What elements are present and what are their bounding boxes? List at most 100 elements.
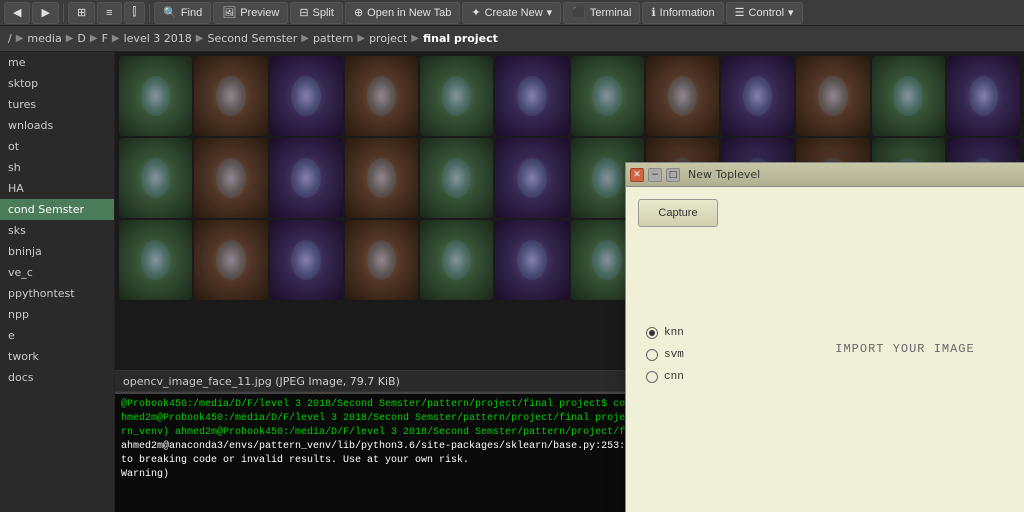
thumb-8[interactable]	[646, 56, 719, 136]
thumb-15[interactable]	[270, 138, 343, 218]
sidebar-item-npp[interactable]: npp	[0, 304, 114, 325]
dialog-minimize-button[interactable]: −	[648, 168, 662, 182]
divider-1	[63, 4, 64, 22]
divider-2	[149, 4, 150, 22]
radio-cnn-label: cnn	[664, 371, 684, 383]
breadcrumb-project[interactable]: project	[369, 32, 407, 45]
breadcrumb-d[interactable]: D	[77, 32, 85, 45]
split-icon: ⊟	[299, 6, 308, 19]
breadcrumb-final[interactable]: final project	[423, 32, 498, 45]
radio-knn[interactable]: knn	[646, 327, 684, 339]
back-icon: ◀	[13, 6, 21, 19]
preview-button[interactable]: 🖼 Preview	[213, 2, 288, 24]
thumb-10[interactable]	[796, 56, 869, 136]
radio-svm[interactable]: svm	[646, 349, 684, 361]
status-text: opencv_image_face_11.jpg (JPEG Image, 79…	[123, 375, 400, 388]
thumb-18[interactable]	[495, 138, 568, 218]
breadcrumb-level3[interactable]: level 3 2018	[124, 32, 192, 45]
radio-knn-label: knn	[664, 327, 684, 339]
sidebar: me sktop tures wnloads ot sh HA cond Sem…	[0, 52, 115, 512]
sidebar-item-network[interactable]: twork	[0, 346, 114, 367]
list-view-button[interactable]: ≡	[97, 2, 121, 24]
separator-3: ▶	[90, 33, 98, 44]
breadcrumb-root[interactable]: /	[8, 32, 12, 45]
dialog-titlebar: ✕ − □ New Toplevel	[626, 163, 1024, 187]
capture-button[interactable]: Capture	[638, 199, 718, 227]
thumb-6[interactable]	[495, 56, 568, 136]
info-icon: ℹ	[651, 6, 655, 19]
thumb-14[interactable]	[194, 138, 267, 218]
thumb-4[interactable]	[345, 56, 418, 136]
sidebar-item-pictures[interactable]: tures	[0, 94, 114, 115]
sidebar-item-downloads[interactable]: wnloads	[0, 115, 114, 136]
separator-4: ▶	[112, 33, 120, 44]
sidebar-item-ppythontest[interactable]: ppythontest	[0, 283, 114, 304]
split-button[interactable]: ⊟ Split	[290, 2, 343, 24]
breadcrumb: / ▶ media ▶ D ▶ F ▶ level 3 2018 ▶ Secon…	[0, 26, 1024, 52]
breadcrumb-pattern[interactable]: pattern	[313, 32, 353, 45]
breadcrumb-media[interactable]: media	[27, 32, 61, 45]
create-new-button[interactable]: ✦ Create New ▾	[462, 2, 561, 24]
sidebar-item-tasks[interactable]: sks	[0, 220, 114, 241]
thumb-30[interactable]	[495, 220, 568, 300]
thumb-2[interactable]	[194, 56, 267, 136]
dialog-maximize-button[interactable]: □	[666, 168, 680, 182]
toolbar: ◀ ▶ ⊞ ≡ ⫿ 🔍 Find 🖼 Preview ⊟ Split ⊕ Ope…	[0, 0, 1024, 26]
thumb-27[interactable]	[270, 220, 343, 300]
terminal-button[interactable]: ⬛ Terminal	[563, 2, 640, 24]
file-browser: opencv_image_face_11.jpg (JPEG Image, 79…	[115, 52, 1024, 512]
separator-7: ▶	[357, 33, 365, 44]
sidebar-item-trash[interactable]: sh	[0, 157, 114, 178]
radio-svm-circle	[646, 349, 658, 361]
list-icon: ≡	[106, 7, 112, 19]
sidebar-item-second-semster[interactable]: cond Semster	[0, 199, 114, 220]
columns-view-button[interactable]: ⫿	[124, 2, 146, 24]
thumb-12[interactable]	[947, 56, 1020, 136]
thumb-28[interactable]	[345, 220, 418, 300]
control-button[interactable]: ☰ Control ▾	[726, 2, 803, 24]
separator-6: ▶	[301, 33, 309, 44]
image-placeholder: IMPORT YOUR IMAGE	[726, 237, 1024, 461]
breadcrumb-f[interactable]: F	[102, 32, 108, 45]
create-arrow-icon: ▾	[547, 6, 553, 19]
thumb-17[interactable]	[420, 138, 493, 218]
sidebar-item-e[interactable]: e	[0, 325, 114, 346]
forward-button[interactable]: ▶	[32, 2, 58, 24]
breadcrumb-second-semster[interactable]: Second Semster	[207, 32, 297, 45]
thumb-26[interactable]	[194, 220, 267, 300]
thumb-25[interactable]	[119, 220, 192, 300]
sidebar-item-ve-c[interactable]: ve_c	[0, 262, 114, 283]
sidebar-item-root[interactable]: ot	[0, 136, 114, 157]
thumb-3[interactable]	[270, 56, 343, 136]
grid-view-button[interactable]: ⊞	[68, 2, 95, 24]
radio-knn-circle	[646, 327, 658, 339]
radio-cnn[interactable]: cnn	[646, 371, 684, 383]
open-new-tab-button[interactable]: ⊕ Open in New Tab	[345, 2, 460, 24]
dialog-body: Capture IMPORT YOUR IMAGE knn svm	[626, 187, 1024, 512]
sidebar-item-me[interactable]: me	[0, 52, 114, 73]
sidebar-item-docs[interactable]: docs	[0, 367, 114, 388]
back-button[interactable]: ◀	[4, 2, 30, 24]
radio-cnn-circle	[646, 371, 658, 383]
open-tab-icon: ⊕	[354, 6, 363, 19]
sidebar-item-desktop[interactable]: sktop	[0, 73, 114, 94]
find-button[interactable]: 🔍 Find	[154, 2, 211, 24]
separator-8: ▶	[411, 33, 419, 44]
information-button[interactable]: ℹ Information	[642, 2, 723, 24]
thumb-11[interactable]	[872, 56, 945, 136]
thumb-7[interactable]	[571, 56, 644, 136]
terminal-icon: ⬛	[572, 6, 586, 19]
thumb-29[interactable]	[420, 220, 493, 300]
control-icon: ☰	[735, 6, 745, 19]
thumb-5[interactable]	[420, 56, 493, 136]
thumb-1[interactable]	[119, 56, 192, 136]
thumb-9[interactable]	[721, 56, 794, 136]
thumb-13[interactable]	[119, 138, 192, 218]
dialog-close-button[interactable]: ✕	[630, 168, 644, 182]
radio-svm-label: svm	[664, 349, 684, 361]
dialog-window: ✕ − □ New Toplevel Capture IMPORT YOUR I…	[625, 162, 1024, 512]
grid-icon: ⊞	[77, 6, 86, 19]
thumb-16[interactable]	[345, 138, 418, 218]
sidebar-item-bninja[interactable]: bninja	[0, 241, 114, 262]
sidebar-item-ha[interactable]: HA	[0, 178, 114, 199]
